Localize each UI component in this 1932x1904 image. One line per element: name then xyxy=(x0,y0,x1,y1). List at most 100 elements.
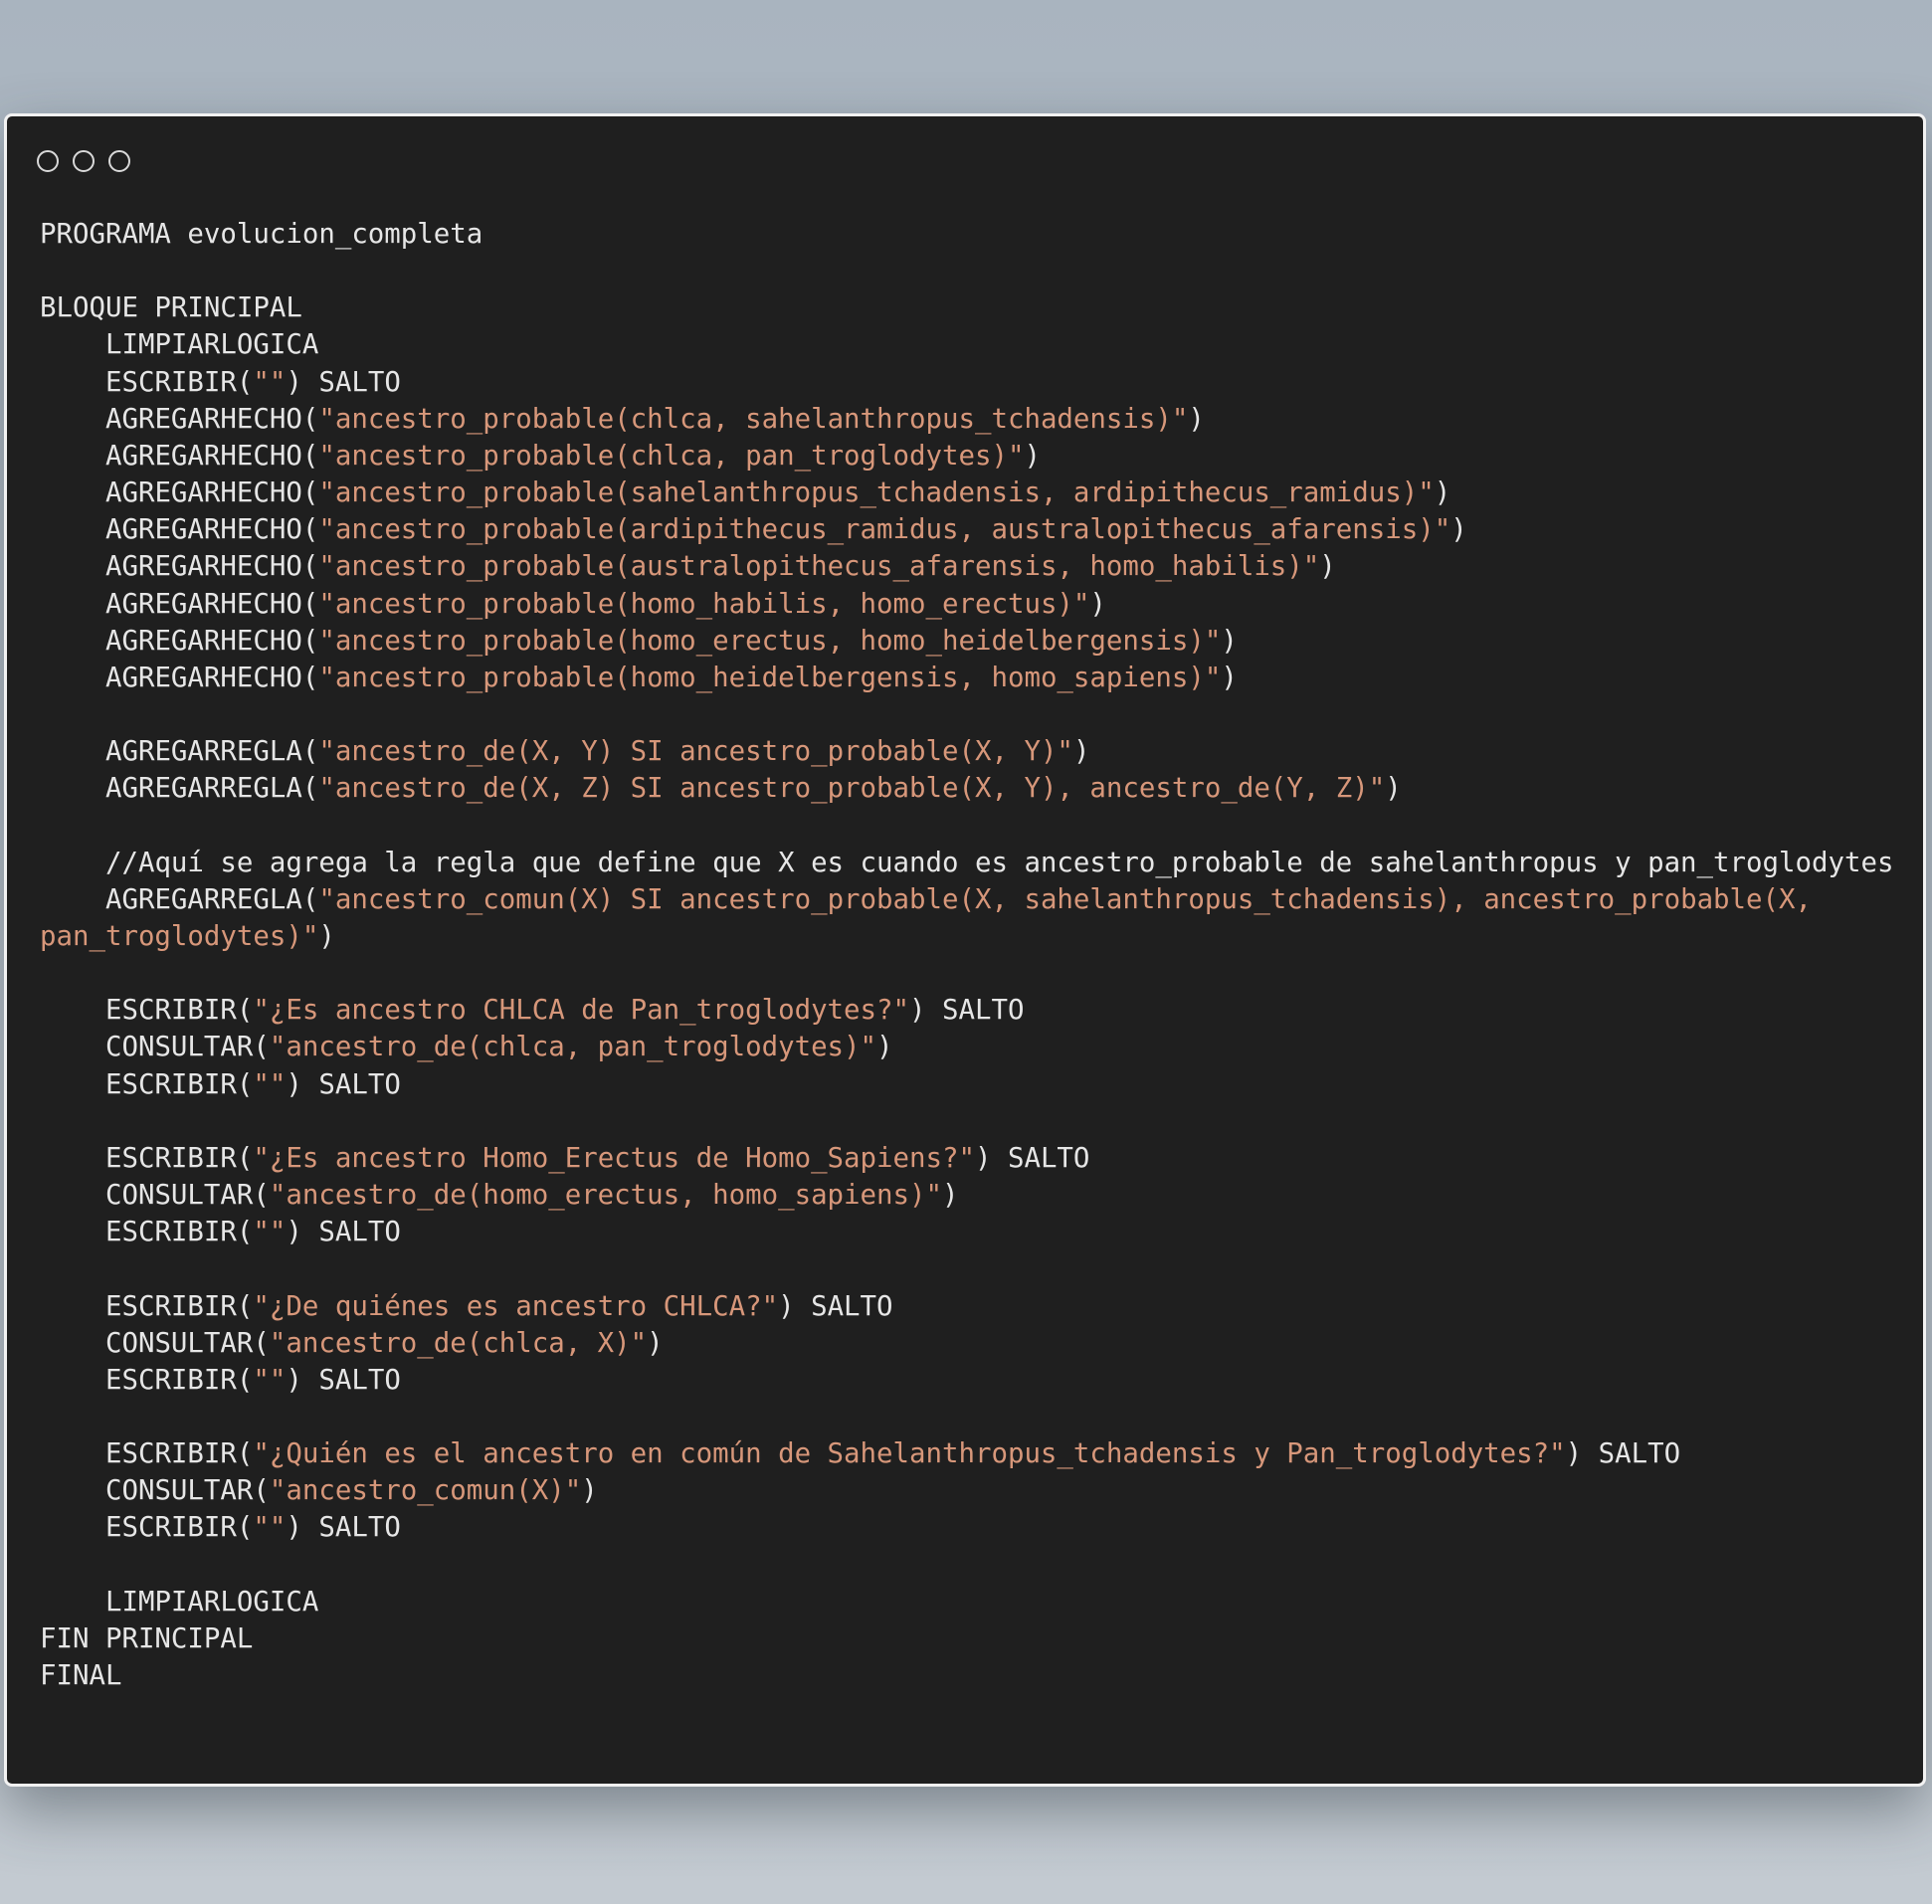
code-token: ) xyxy=(318,920,335,952)
code-line: CONSULTAR("ancestro_comun(X)") xyxy=(40,1472,1894,1509)
string-literal: "¿Es ancestro Homo_Erectus de Homo_Sapie… xyxy=(253,1142,975,1174)
window-controls xyxy=(37,150,130,172)
code-token: PROGRAMA evolucion_completa xyxy=(40,219,483,250)
code-token: ) xyxy=(876,1032,893,1063)
code-token: ) xyxy=(942,1180,959,1212)
string-literal: "ancestro_probable(ardipithecus_ramidus,… xyxy=(318,514,1451,546)
code-line: ESCRIBIR("") SALTO xyxy=(40,1066,1894,1103)
code-line: ESCRIBIR("") SALTO xyxy=(40,364,1894,401)
string-literal: "ancestro_probable(australopithecus_afar… xyxy=(318,551,1320,583)
code-token: ESCRIBIR( xyxy=(40,1068,254,1100)
code-line: CONSULTAR("ancestro_de(chlca, pan_troglo… xyxy=(40,1029,1894,1065)
code-token: ) xyxy=(1385,773,1402,805)
string-literal: "ancestro_de(chlca, X)" xyxy=(269,1327,648,1359)
code-line: AGREGARREGLA("ancestro_de(X, Z) SI ances… xyxy=(40,770,1894,807)
code-token: ) SALTO xyxy=(286,366,401,398)
code-token: AGREGARHECHO( xyxy=(40,551,319,583)
code-token: ) xyxy=(1434,477,1451,509)
code-window: PROGRAMA evolucion_completa​BLOQUE PRINC… xyxy=(4,113,1926,1787)
string-literal: "ancestro_probable(chlca, sahelanthropus… xyxy=(318,403,1189,435)
code-line: FINAL xyxy=(40,1657,1894,1694)
string-literal: "ancestro_de(chlca, pan_troglodytes)" xyxy=(269,1032,877,1063)
code-line: ESCRIBIR("¿De quiénes es ancestro CHLCA?… xyxy=(40,1288,1894,1325)
code-token: FINAL xyxy=(40,1660,122,1692)
window-control-circle-icon[interactable] xyxy=(108,150,130,172)
code-line: ESCRIBIR("¿Es ancestro CHLCA de Pan_trog… xyxy=(40,992,1894,1029)
window-control-circle-icon[interactable] xyxy=(37,150,59,172)
string-literal: "" xyxy=(253,1364,287,1396)
code-token: AGREGARHECHO( xyxy=(40,477,319,509)
code-token: AGREGARHECHO( xyxy=(40,588,319,620)
code-line: AGREGARHECHO("ancestro_probable(homo_ere… xyxy=(40,623,1894,660)
code-line: CONSULTAR("ancestro_de(chlca, X)") xyxy=(40,1325,1894,1362)
code-token: CONSULTAR( xyxy=(40,1475,270,1507)
code-token: BLOQUE PRINCIPAL xyxy=(40,292,302,324)
string-literal: "ancestro_probable(homo_heidelbergensis,… xyxy=(318,662,1222,693)
code-line: AGREGARHECHO("ancestro_probable(sahelant… xyxy=(40,475,1894,511)
code-line: ​ xyxy=(40,1250,1894,1287)
code-line: AGREGARHECHO("ancestro_probable(ardipith… xyxy=(40,511,1894,548)
string-literal: "ancestro_probable(homo_erectus, homo_he… xyxy=(318,625,1222,657)
code-line: AGREGARREGLA("ancestro_de(X, Y) SI ances… xyxy=(40,733,1894,770)
code-token: LIMPIARLOGICA xyxy=(40,1586,319,1618)
code-line: ESCRIBIR("¿Es ancestro Homo_Erectus de H… xyxy=(40,1140,1894,1177)
string-literal: "¿Es ancestro CHLCA de Pan_troglodytes?" xyxy=(253,995,910,1027)
code-line: AGREGARHECHO("ancestro_probable(homo_hab… xyxy=(40,586,1894,623)
code-token: LIMPIARLOGICA xyxy=(40,329,319,361)
code-line: ESCRIBIR("") SALTO xyxy=(40,1362,1894,1399)
code-token: ) xyxy=(647,1327,664,1359)
string-literal: "ancestro_probable(homo_habilis, homo_er… xyxy=(318,588,1090,620)
code-line: AGREGARHECHO("ancestro_probable(australo… xyxy=(40,548,1894,585)
code-editor[interactable]: PROGRAMA evolucion_completa​BLOQUE PRINC… xyxy=(40,216,1894,1694)
code-token: FIN PRINCIPAL xyxy=(40,1622,254,1654)
code-token: ) xyxy=(1024,440,1041,472)
string-literal: "" xyxy=(253,1512,287,1544)
string-literal: "ancestro_probable(sahelanthropus_tchade… xyxy=(318,477,1435,509)
code-line: ​ xyxy=(40,808,1894,845)
code-line: ESCRIBIR("¿Quién es el ancestro en común… xyxy=(40,1435,1894,1472)
code-token: AGREGARREGLA( xyxy=(40,883,319,915)
string-literal: "ancestro_comun(X)" xyxy=(269,1475,582,1507)
code-line: LIMPIARLOGICA xyxy=(40,326,1894,363)
code-token: AGREGARHECHO( xyxy=(40,662,319,693)
code-token: ) xyxy=(1319,551,1336,583)
code-token: AGREGARHECHO( xyxy=(40,440,319,472)
code-token: ) xyxy=(1221,625,1238,657)
code-line: ​ xyxy=(40,253,1894,289)
code-token: ESCRIBIR( xyxy=(40,995,254,1027)
code-token: //Aquí se agrega la regla que define que… xyxy=(40,847,1894,878)
code-line: ​ xyxy=(40,1399,1894,1435)
code-token: ) xyxy=(1089,588,1106,620)
code-token: ESCRIBIR( xyxy=(40,1438,254,1470)
code-line: AGREGARHECHO("ancestro_probable(chlca, p… xyxy=(40,438,1894,475)
code-token: ) SALTO xyxy=(778,1290,893,1322)
code-token: ) SALTO xyxy=(286,1364,401,1396)
code-token: ) SALTO xyxy=(974,1142,1090,1174)
code-token: AGREGARREGLA( xyxy=(40,773,319,805)
code-line: ​ xyxy=(40,955,1894,992)
code-line: ESCRIBIR("") SALTO xyxy=(40,1509,1894,1546)
code-token: ) SALTO xyxy=(1565,1438,1681,1470)
string-literal: "ancestro_de(X, Z) SI ancestro_probable(… xyxy=(318,773,1386,805)
string-literal: "" xyxy=(253,366,287,398)
code-line: AGREGARHECHO("ancestro_probable(homo_hei… xyxy=(40,660,1894,696)
code-token: ) xyxy=(1072,736,1090,768)
code-line: CONSULTAR("ancestro_de(homo_erectus, hom… xyxy=(40,1177,1894,1214)
code-token: AGREGARREGLA( xyxy=(40,736,319,768)
code-token: AGREGARHECHO( xyxy=(40,625,319,657)
code-line: FIN PRINCIPAL xyxy=(40,1620,1894,1657)
code-token: ) SALTO xyxy=(909,995,1025,1027)
code-token: ) SALTO xyxy=(286,1217,401,1248)
code-token: ) SALTO xyxy=(286,1512,401,1544)
code-token: AGREGARHECHO( xyxy=(40,514,319,546)
window-control-circle-icon[interactable] xyxy=(73,150,95,172)
code-token: ) xyxy=(1450,514,1467,546)
code-token: ESCRIBIR( xyxy=(40,1142,254,1174)
code-line: //Aquí se agrega la regla que define que… xyxy=(40,845,1894,881)
code-line: LIMPIARLOGICA xyxy=(40,1584,1894,1620)
string-literal: "¿De quiénes es ancestro CHLCA?" xyxy=(253,1290,779,1322)
code-token: ) xyxy=(1221,662,1238,693)
code-token: CONSULTAR( xyxy=(40,1180,270,1212)
code-token: ) SALTO xyxy=(286,1068,401,1100)
string-literal: "ancestro_de(homo_erectus, homo_sapiens)… xyxy=(269,1180,942,1212)
